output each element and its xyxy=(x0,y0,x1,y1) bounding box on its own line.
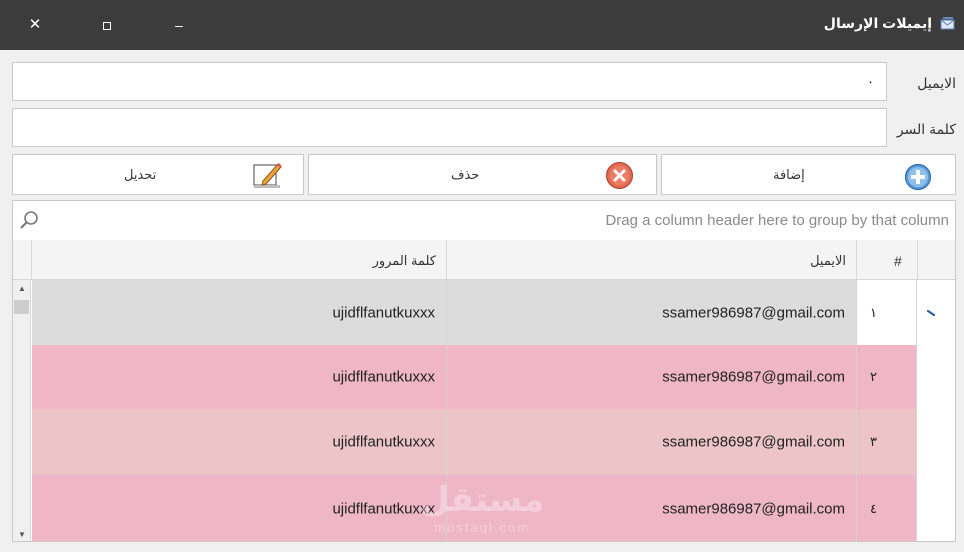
password-value: ujidflfanutkuxxx xyxy=(332,304,435,321)
password-cell[interactable]: ujidflfanutkuxxx xyxy=(32,475,447,541)
column-header-number[interactable]: # xyxy=(857,240,918,280)
email-value: ssamer986987@gmail.com xyxy=(662,304,845,321)
edit-button[interactable]: تحديل xyxy=(12,154,304,195)
close-icon: ✕ xyxy=(28,16,42,33)
number-cell[interactable]: ٣ xyxy=(857,409,917,475)
column-header-password-label: كلمة المرور xyxy=(372,253,436,268)
email-cell[interactable]: ssamer986987@gmail.com xyxy=(447,475,857,541)
maximize-icon xyxy=(103,22,111,31)
password-cell[interactable]: ujidflfanutkuxxx xyxy=(32,280,447,345)
delete-x-icon xyxy=(606,162,633,189)
edit-pencil-icon xyxy=(253,163,282,188)
password-cell[interactable]: ujidflfanutkuxxx xyxy=(32,409,447,475)
edit-button-label: تحديل xyxy=(124,167,157,182)
table-row[interactable]: ujidflfanutkuxxx ssamer986987@gmail.com … xyxy=(32,409,917,475)
row-indicator-column xyxy=(916,280,955,541)
vertical-scrollbar[interactable]: ▲ ▼ xyxy=(13,280,31,541)
password-label: كلمة السر xyxy=(896,121,956,137)
title-bar: ✕ – إيميلات الإرسال xyxy=(0,0,964,50)
password-cell[interactable]: ujidflfanutkuxxx xyxy=(32,345,447,409)
search-icon[interactable] xyxy=(19,210,39,230)
data-grid: Drag a column header here to group by th… xyxy=(12,200,956,542)
delete-button-label: حذف xyxy=(451,167,480,182)
minimize-icon: – xyxy=(175,17,183,33)
header-corner xyxy=(13,240,32,280)
minimize-button[interactable]: – xyxy=(164,10,194,40)
group-panel[interactable]: Drag a column header here to group by th… xyxy=(13,201,955,241)
table-row[interactable]: ujidflfanutkuxxx ssamer986987@gmail.com … xyxy=(32,280,917,345)
envelope-icon xyxy=(940,17,955,30)
row-number: ٢ xyxy=(870,369,877,384)
number-cell[interactable]: ٤ xyxy=(857,475,917,541)
scroll-up-icon[interactable]: ▲ xyxy=(18,284,26,293)
email-value: ssamer986987@gmail.com xyxy=(662,433,845,451)
maximize-button[interactable] xyxy=(92,10,122,40)
column-header-email[interactable]: الايميل xyxy=(447,240,857,280)
row-number: ٣ xyxy=(870,434,877,449)
password-value: ujidflfanutkuxxx xyxy=(332,500,435,518)
row-number: ١ xyxy=(870,304,877,320)
window-title: إيميلات الإرسال xyxy=(823,15,932,31)
email-field[interactable] xyxy=(12,62,887,101)
group-hint: Drag a column header here to group by th… xyxy=(605,212,949,229)
column-header-number-label: # xyxy=(894,253,902,269)
plus-circle-icon xyxy=(904,163,932,191)
number-cell[interactable]: ١ xyxy=(857,280,917,345)
add-button[interactable]: إضافة xyxy=(661,154,956,195)
delete-button[interactable]: حذف xyxy=(308,154,657,195)
email-cell[interactable]: ssamer986987@gmail.com xyxy=(447,345,857,409)
row-number: ٤ xyxy=(870,501,877,516)
table-row[interactable]: ujidflfanutkuxxx ssamer986987@gmail.com … xyxy=(32,475,917,541)
add-button-label: إضافة xyxy=(773,167,805,182)
email-label: الايميل xyxy=(917,75,956,91)
password-value: ujidflfanutkuxxx xyxy=(332,368,435,386)
column-header-email-label: الايميل xyxy=(810,253,846,268)
edit-row-indicator-icon xyxy=(926,309,936,317)
scrollbar-thumb[interactable] xyxy=(14,300,29,314)
password-field[interactable] xyxy=(12,108,887,147)
password-value: ujidflfanutkuxxx xyxy=(332,433,435,451)
number-cell[interactable]: ٢ xyxy=(857,345,917,409)
email-cell[interactable]: ssamer986987@gmail.com xyxy=(447,280,857,345)
table-row[interactable]: ujidflfanutkuxxx ssamer986987@gmail.com … xyxy=(32,345,917,409)
email-cell[interactable]: ssamer986987@gmail.com xyxy=(447,409,857,475)
header-indicator xyxy=(918,240,955,280)
scroll-down-icon[interactable]: ▼ xyxy=(18,530,26,539)
email-value: ssamer986987@gmail.com xyxy=(662,368,845,386)
close-button[interactable]: ✕ xyxy=(20,10,50,40)
email-value: ssamer986987@gmail.com xyxy=(662,500,845,518)
column-header-password[interactable]: كلمة المرور xyxy=(32,240,447,280)
